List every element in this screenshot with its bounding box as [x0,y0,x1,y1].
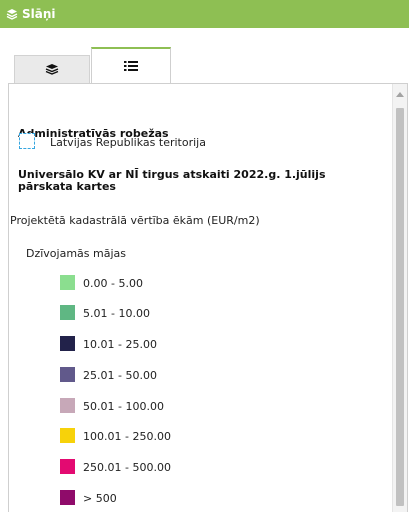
territory-swatch [19,133,35,149]
class-swatch-2 [60,305,75,320]
class-label-3: 10.01 - 25.00 [83,338,157,351]
legend-content: Administratīvās robežas Latvijas Republi… [8,83,408,512]
class-label-1: 0.00 - 5.00 [83,277,143,290]
layers-icon [6,8,18,20]
panel-header: Slāņi [0,0,409,28]
report-title-line2: pārskata kartes [18,180,116,193]
building-type-label: Dzīvojamās mājas [26,247,127,260]
tab-legend[interactable] [91,47,171,84]
tab-layers[interactable] [14,55,90,83]
class-swatch-7 [60,459,75,474]
class-label-8: > 500 [83,492,117,505]
scroll-thumb[interactable] [396,108,404,506]
class-swatch-4 [60,367,75,382]
list-icon [124,57,138,76]
class-label-4: 25.01 - 50.00 [83,369,157,382]
class-label-7: 250.01 - 500.00 [83,461,171,474]
panel-title: Slāņi [22,7,56,21]
class-label-5: 50.01 - 100.00 [83,400,164,413]
layers-icon [45,60,59,79]
territory-label: Latvijas Republikas teritorija [50,136,206,149]
class-swatch-3 [60,336,75,351]
class-label-2: 5.01 - 10.00 [83,307,150,320]
scroll-up-arrow-icon[interactable] [393,88,407,100]
class-swatch-5 [60,398,75,413]
class-swatch-8 [60,490,75,505]
class-label-6: 100.01 - 250.00 [83,430,171,443]
layers-panel: Slāņi Administratīvās robežas Latvijas R… [0,0,409,512]
class-swatch-6 [60,428,75,443]
class-swatch-1 [60,275,75,290]
legend-scrollbar[interactable] [392,84,407,512]
projected-value-label: Projektētā kadastrālā vērtība ēkām (EUR/… [10,214,260,227]
